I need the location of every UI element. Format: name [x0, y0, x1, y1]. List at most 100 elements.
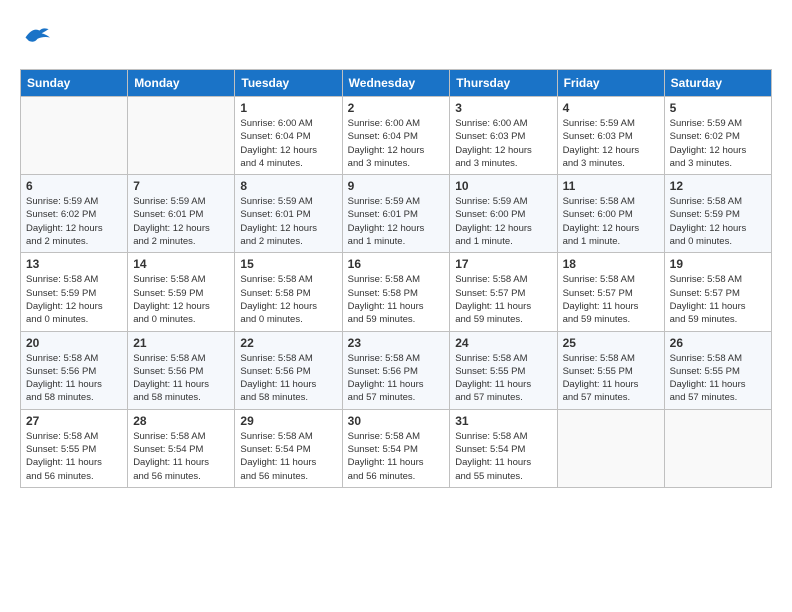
- calendar-week-row: 13 Sunrise: 5:58 AM Sunset: 5:59 PM Dayli…: [21, 253, 772, 331]
- calendar-cell: 15Sunrise: 5:58 AM Sunset: 5:58 PM Dayli…: [235, 253, 342, 331]
- logo: [20, 20, 50, 53]
- day-info: Sunrise: 5:58 AM Sunset: 5:56 PM Dayligh…: [348, 352, 445, 405]
- day-number: 3: [455, 101, 551, 115]
- day-info: Sunrise: 5:58 AM Sunset: 5:54 PM Dayligh…: [455, 430, 551, 483]
- day-number: 1: [240, 101, 336, 115]
- day-info: Sunrise: 5:58 AM Sunset: 6:00 PM Dayligh…: [563, 195, 659, 248]
- calendar-cell: [21, 97, 128, 175]
- day-number: 19: [670, 257, 766, 271]
- day-number: 17: [455, 257, 551, 271]
- day-number: 6: [26, 179, 122, 193]
- calendar-cell: 5 Sunrise: 5:59 AM Sunset: 6:02 PM Daylig…: [664, 97, 771, 175]
- calendar-cell: 30Sunrise: 5:58 AM Sunset: 5:54 PM Dayli…: [342, 409, 450, 487]
- day-info: Sunrise: 5:58 AM Sunset: 5:58 PM Dayligh…: [348, 273, 445, 326]
- day-info: Sunrise: 5:58 AM Sunset: 5:57 PM Dayligh…: [563, 273, 659, 326]
- day-number: 13: [26, 257, 122, 271]
- day-info: Sunrise: 5:58 AM Sunset: 5:56 PM Dayligh…: [133, 352, 229, 405]
- calendar-week-row: 1 Sunrise: 6:00 AM Sunset: 6:04 PM Daylig…: [21, 97, 772, 175]
- calendar-cell: 25Sunrise: 5:58 AM Sunset: 5:55 PM Dayli…: [557, 331, 664, 409]
- calendar-cell: 20 Sunrise: 5:58 AM Sunset: 5:56 PM Dayli…: [21, 331, 128, 409]
- calendar-cell: 7 Sunrise: 5:59 AM Sunset: 6:01 PM Daylig…: [128, 175, 235, 253]
- day-info: Sunrise: 5:58 AM Sunset: 5:54 PM Dayligh…: [133, 430, 229, 483]
- day-number: 18: [563, 257, 659, 271]
- day-info: Sunrise: 5:58 AM Sunset: 5:54 PM Dayligh…: [348, 430, 445, 483]
- day-number: 24: [455, 336, 551, 350]
- day-info: Sunrise: 5:58 AM Sunset: 5:57 PM Dayligh…: [455, 273, 551, 326]
- calendar-week-row: 27 Sunrise: 5:58 AM Sunset: 5:55 PM Dayli…: [21, 409, 772, 487]
- weekday-header-monday: Monday: [128, 70, 235, 97]
- page-header: [20, 20, 772, 53]
- calendar-cell: 18 Sunrise: 5:58 AM Sunset: 5:57 PM Dayli…: [557, 253, 664, 331]
- day-info: Sunrise: 5:59 AM Sunset: 6:00 PM Dayligh…: [455, 195, 551, 248]
- calendar-cell: 21Sunrise: 5:58 AM Sunset: 5:56 PM Dayli…: [128, 331, 235, 409]
- calendar-cell: 26 Sunrise: 5:58 AM Sunset: 5:55 PM Dayli…: [664, 331, 771, 409]
- day-number: 26: [670, 336, 766, 350]
- calendar-week-row: 20 Sunrise: 5:58 AM Sunset: 5:56 PM Dayli…: [21, 331, 772, 409]
- day-number: 5: [670, 101, 766, 115]
- calendar-cell: 4 Sunrise: 5:59 AM Sunset: 6:03 PM Daylig…: [557, 97, 664, 175]
- calendar-cell: 16 Sunrise: 5:58 AM Sunset: 5:58 PM Dayli…: [342, 253, 450, 331]
- day-info: Sunrise: 5:58 AM Sunset: 5:55 PM Dayligh…: [563, 352, 659, 405]
- calendar-cell: 27 Sunrise: 5:58 AM Sunset: 5:55 PM Dayli…: [21, 409, 128, 487]
- day-number: 11: [563, 179, 659, 193]
- weekday-header-sunday: Sunday: [21, 70, 128, 97]
- calendar-week-row: 6 Sunrise: 5:59 AM Sunset: 6:02 PM Daylig…: [21, 175, 772, 253]
- day-info: Sunrise: 5:58 AM Sunset: 5:56 PM Dayligh…: [240, 352, 336, 405]
- calendar-cell: 24 Sunrise: 5:58 AM Sunset: 5:55 PM Dayli…: [450, 331, 557, 409]
- calendar-table: SundayMondayTuesdayWednesdayThursdayFrid…: [20, 69, 772, 488]
- calendar-cell: 1Sunrise: 6:00 AM Sunset: 6:04 PM Daylig…: [235, 97, 342, 175]
- calendar-cell: [664, 409, 771, 487]
- calendar-cell: 3 Sunrise: 6:00 AM Sunset: 6:03 PM Daylig…: [450, 97, 557, 175]
- calendar-cell: 31 Sunrise: 5:58 AM Sunset: 5:54 PM Dayli…: [450, 409, 557, 487]
- calendar-cell: 2Sunrise: 6:00 AM Sunset: 6:04 PM Daylig…: [342, 97, 450, 175]
- day-info: Sunrise: 5:58 AM Sunset: 5:56 PM Dayligh…: [26, 352, 122, 405]
- calendar-cell: 10 Sunrise: 5:59 AM Sunset: 6:00 PM Dayli…: [450, 175, 557, 253]
- day-number: 31: [455, 414, 551, 428]
- day-info: Sunrise: 5:58 AM Sunset: 5:57 PM Dayligh…: [670, 273, 766, 326]
- calendar-cell: 6 Sunrise: 5:59 AM Sunset: 6:02 PM Daylig…: [21, 175, 128, 253]
- day-number: 16: [348, 257, 445, 271]
- day-number: 20: [26, 336, 122, 350]
- day-info: Sunrise: 5:59 AM Sunset: 6:03 PM Dayligh…: [563, 117, 659, 170]
- day-number: 4: [563, 101, 659, 115]
- calendar-cell: 28 Sunrise: 5:58 AM Sunset: 5:54 PM Dayli…: [128, 409, 235, 487]
- logo-bird-icon: [22, 20, 50, 48]
- day-number: 10: [455, 179, 551, 193]
- calendar-cell: 23Sunrise: 5:58 AM Sunset: 5:56 PM Dayli…: [342, 331, 450, 409]
- day-info: Sunrise: 5:58 AM Sunset: 5:55 PM Dayligh…: [26, 430, 122, 483]
- weekday-header-tuesday: Tuesday: [235, 70, 342, 97]
- calendar-cell: [128, 97, 235, 175]
- day-info: Sunrise: 5:58 AM Sunset: 5:59 PM Dayligh…: [26, 273, 122, 326]
- day-info: Sunrise: 6:00 AM Sunset: 6:04 PM Dayligh…: [348, 117, 445, 170]
- calendar-header-row: SundayMondayTuesdayWednesdayThursdayFrid…: [21, 70, 772, 97]
- day-info: Sunrise: 5:58 AM Sunset: 5:59 PM Dayligh…: [133, 273, 229, 326]
- calendar-cell: 8 Sunrise: 5:59 AM Sunset: 6:01 PM Daylig…: [235, 175, 342, 253]
- day-info: Sunrise: 5:59 AM Sunset: 6:02 PM Dayligh…: [26, 195, 122, 248]
- day-number: 12: [670, 179, 766, 193]
- calendar-cell: 14Sunrise: 5:58 AM Sunset: 5:59 PM Dayli…: [128, 253, 235, 331]
- calendar-cell: 9 Sunrise: 5:59 AM Sunset: 6:01 PM Daylig…: [342, 175, 450, 253]
- day-number: 9: [348, 179, 445, 193]
- day-number: 22: [240, 336, 336, 350]
- weekday-header-friday: Friday: [557, 70, 664, 97]
- day-info: Sunrise: 6:00 AM Sunset: 6:03 PM Dayligh…: [455, 117, 551, 170]
- day-info: Sunrise: 5:59 AM Sunset: 6:01 PM Dayligh…: [133, 195, 229, 248]
- day-info: Sunrise: 5:58 AM Sunset: 5:54 PM Dayligh…: [240, 430, 336, 483]
- day-number: 28: [133, 414, 229, 428]
- day-number: 8: [240, 179, 336, 193]
- day-info: Sunrise: 5:59 AM Sunset: 6:02 PM Dayligh…: [670, 117, 766, 170]
- weekday-header-thursday: Thursday: [450, 70, 557, 97]
- day-number: 7: [133, 179, 229, 193]
- day-number: 27: [26, 414, 122, 428]
- weekday-header-saturday: Saturday: [664, 70, 771, 97]
- calendar-cell: 17 Sunrise: 5:58 AM Sunset: 5:57 PM Dayli…: [450, 253, 557, 331]
- day-info: Sunrise: 5:58 AM Sunset: 5:55 PM Dayligh…: [670, 352, 766, 405]
- calendar-cell: 11 Sunrise: 5:58 AM Sunset: 6:00 PM Dayli…: [557, 175, 664, 253]
- calendar-cell: 13 Sunrise: 5:58 AM Sunset: 5:59 PM Dayli…: [21, 253, 128, 331]
- day-info: Sunrise: 5:59 AM Sunset: 6:01 PM Dayligh…: [240, 195, 336, 248]
- day-info: Sunrise: 5:58 AM Sunset: 5:55 PM Dayligh…: [455, 352, 551, 405]
- calendar-cell: [557, 409, 664, 487]
- day-info: Sunrise: 5:58 AM Sunset: 5:58 PM Dayligh…: [240, 273, 336, 326]
- day-info: Sunrise: 5:59 AM Sunset: 6:01 PM Dayligh…: [348, 195, 445, 248]
- calendar-cell: 12Sunrise: 5:58 AM Sunset: 5:59 PM Dayli…: [664, 175, 771, 253]
